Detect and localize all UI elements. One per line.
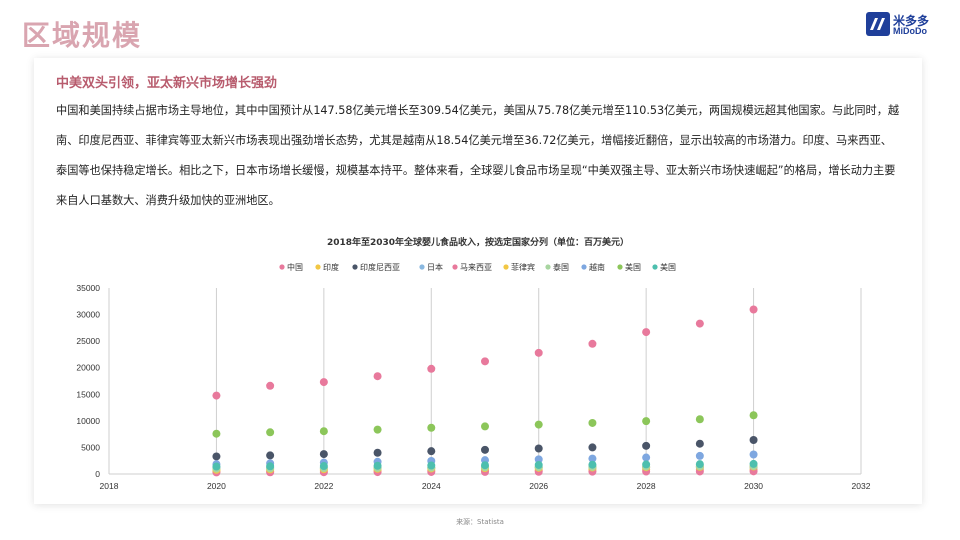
data-point bbox=[749, 450, 758, 459]
legend-marker bbox=[652, 264, 658, 270]
brand-logo-icon bbox=[866, 12, 890, 36]
data-point bbox=[373, 425, 382, 434]
legend-label: 马来西亚 bbox=[460, 263, 492, 272]
data-point bbox=[319, 378, 328, 387]
legend-label: 中国 bbox=[287, 262, 303, 272]
data-point bbox=[749, 435, 758, 444]
data-point bbox=[427, 364, 436, 373]
data-point bbox=[373, 372, 382, 381]
legend-label: 印度尼西亚 bbox=[360, 262, 400, 272]
data-point bbox=[266, 381, 275, 390]
data-point bbox=[373, 448, 382, 457]
data-point bbox=[695, 319, 704, 328]
data-point bbox=[212, 429, 221, 438]
data-point bbox=[212, 391, 221, 400]
legend-marker bbox=[352, 264, 358, 270]
data-point bbox=[588, 443, 597, 452]
legend-marker bbox=[315, 264, 321, 270]
y-tick-label: 35000 bbox=[76, 283, 100, 293]
legend-marker bbox=[503, 264, 509, 270]
legend-marker bbox=[617, 264, 623, 270]
data-point bbox=[319, 462, 328, 471]
data-point bbox=[534, 444, 543, 453]
legend-marker bbox=[419, 264, 425, 270]
data-point bbox=[212, 462, 221, 471]
source-note: 来源：Statista bbox=[456, 518, 504, 526]
y-tick-label: 10000 bbox=[76, 416, 100, 426]
x-tick-label: 2030 bbox=[744, 481, 763, 491]
data-point bbox=[642, 417, 651, 426]
x-tick-label: 2020 bbox=[207, 481, 226, 491]
data-point bbox=[266, 462, 275, 471]
legend-marker bbox=[581, 264, 587, 270]
data-point bbox=[266, 451, 275, 460]
data-point bbox=[749, 305, 758, 314]
scatter-chart: 2018年至2030年全球婴儿食品收入，按选定国家分列（单位：百万美元） 中国 印度… bbox=[76, 236, 871, 491]
data-point bbox=[695, 415, 704, 424]
data-point bbox=[534, 348, 543, 357]
data-point bbox=[427, 423, 436, 432]
legend-label: 泰国 bbox=[553, 262, 569, 272]
data-point bbox=[481, 445, 489, 454]
x-tick-label: 2026 bbox=[529, 481, 548, 491]
legend-label: 菲律宾 bbox=[511, 262, 535, 272]
data-point bbox=[642, 453, 651, 462]
legend-label: 印度 bbox=[323, 262, 339, 272]
legend-marker bbox=[279, 264, 285, 270]
data-point bbox=[695, 451, 704, 460]
data-point bbox=[588, 460, 597, 469]
legend-label: 美国 bbox=[625, 262, 641, 272]
y-tick-label: 15000 bbox=[76, 389, 100, 399]
data-point bbox=[266, 428, 275, 437]
data-point bbox=[642, 441, 651, 450]
data-point bbox=[695, 439, 704, 448]
data-point bbox=[534, 460, 543, 469]
data-point bbox=[427, 461, 436, 470]
y-tick-label: 0 bbox=[95, 469, 100, 479]
y-tick-label: 30000 bbox=[76, 310, 100, 320]
data-point bbox=[427, 447, 436, 456]
legend-label: 美国 bbox=[660, 262, 676, 272]
data-point bbox=[481, 422, 489, 431]
data-point bbox=[319, 427, 328, 436]
chart-title: 2018年至2030年全球婴儿食品收入，按选定国家分列（单位：百万美元） bbox=[327, 236, 629, 248]
data-point bbox=[212, 452, 221, 461]
brand-name-en: MiDoDo bbox=[893, 26, 927, 36]
data-point bbox=[481, 461, 489, 470]
y-tick-label: 20000 bbox=[76, 363, 100, 373]
x-tick-label: 2028 bbox=[637, 481, 656, 491]
legend-marker bbox=[452, 264, 458, 270]
data-point bbox=[695, 460, 704, 469]
x-tick-label: 2022 bbox=[314, 481, 333, 491]
x-tick-label: 2024 bbox=[422, 481, 441, 491]
data-point bbox=[642, 460, 651, 469]
data-point bbox=[534, 420, 543, 429]
legend-label: 越南 bbox=[589, 262, 605, 272]
data-point bbox=[319, 450, 328, 459]
data-point bbox=[481, 357, 489, 366]
data-point bbox=[749, 459, 758, 468]
content-card: 中美双头引领，亚太新兴市场增长强劲 中国和美国持续占据市场主导地位，其中中国预计… bbox=[34, 58, 922, 504]
legend-marker bbox=[545, 264, 551, 270]
y-tick-label: 5000 bbox=[81, 442, 100, 452]
data-point bbox=[749, 411, 758, 420]
brand-logo: 米多多 MiDoDo bbox=[866, 12, 938, 40]
legend-label: 日本 bbox=[427, 262, 443, 272]
data-point bbox=[588, 339, 597, 348]
y-tick-label: 25000 bbox=[76, 336, 100, 346]
data-point bbox=[373, 461, 382, 470]
x-tick-label: 2018 bbox=[100, 481, 119, 491]
page-title: 区域规模 bbox=[22, 19, 143, 52]
data-point bbox=[588, 418, 597, 427]
x-tick-label: 2032 bbox=[852, 481, 871, 491]
data-point bbox=[642, 328, 651, 337]
